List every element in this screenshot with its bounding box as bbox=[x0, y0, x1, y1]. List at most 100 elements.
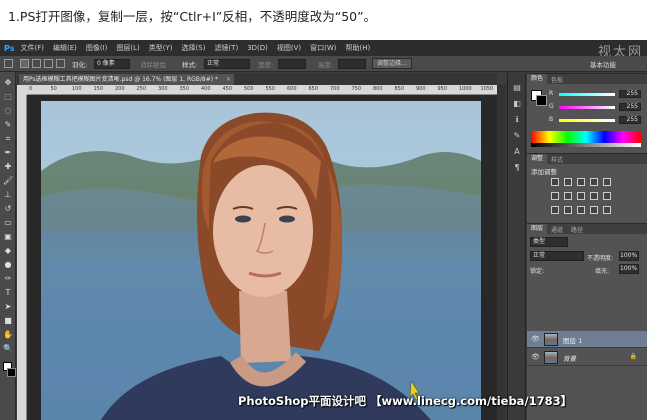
lock-label: 锁定: bbox=[530, 268, 545, 275]
red-value[interactable]: 255 bbox=[619, 90, 641, 98]
brightness-contrast-icon[interactable] bbox=[551, 178, 559, 186]
levels-icon[interactable] bbox=[564, 178, 572, 186]
healing-brush-icon[interactable]: ✚ bbox=[3, 162, 13, 172]
exposure-icon[interactable] bbox=[590, 178, 598, 186]
clone-stamp-icon[interactable]: ⊥ bbox=[3, 190, 13, 200]
bg-color-chip[interactable] bbox=[536, 95, 547, 106]
zoom-tool-icon[interactable]: 🔍 bbox=[3, 344, 13, 354]
blur-tool-icon[interactable]: ◆ bbox=[3, 246, 13, 256]
vertical-scrollbar[interactable] bbox=[497, 85, 506, 420]
height-input[interactable] bbox=[338, 59, 366, 69]
lasso-tool-icon[interactable]: ◌ bbox=[3, 106, 13, 116]
visibility-eye-icon[interactable]: 👁 bbox=[531, 335, 540, 343]
path-select-icon[interactable]: ➤ bbox=[3, 302, 13, 312]
width-label: 宽度: bbox=[258, 61, 274, 69]
menu-view[interactable]: 视图(V) bbox=[277, 43, 301, 53]
paragraph-panel-icon[interactable]: ¶ bbox=[512, 163, 522, 173]
blue-value[interactable]: 255 bbox=[619, 116, 641, 124]
document-tab[interactable]: 用Ps选框模糊工具把模糊图片变清晰.psd @ 16.7% (图层 1, RGB… bbox=[19, 74, 235, 85]
document-canvas[interactable] bbox=[27, 95, 497, 420]
crop-tool-icon[interactable]: ⌗ bbox=[3, 134, 13, 144]
history-brush-icon[interactable]: ↺ bbox=[3, 204, 13, 214]
marquee-tool-icon[interactable]: ⬚ bbox=[3, 92, 13, 102]
layer-name[interactable]: 背景 bbox=[563, 353, 576, 363]
info-panel-icon[interactable]: ℹ bbox=[512, 115, 522, 125]
layer-row-layer1[interactable]: 👁 图层 1 bbox=[527, 331, 647, 348]
black-white-icon[interactable] bbox=[577, 192, 585, 200]
menu-window[interactable]: 窗口(W) bbox=[310, 43, 336, 53]
character-panel-icon[interactable]: A bbox=[512, 147, 522, 157]
blue-slider[interactable]: B 255 bbox=[549, 116, 645, 125]
properties-panel-icon[interactable]: ◧ bbox=[512, 99, 522, 109]
layer-kind-filter[interactable]: 类型 bbox=[530, 237, 568, 247]
menu-file[interactable]: 文件(F) bbox=[20, 43, 44, 53]
style-select[interactable]: 正常 bbox=[204, 59, 250, 69]
red-slider[interactable]: R 255 bbox=[549, 90, 645, 99]
feather-input[interactable]: 0 像素 bbox=[94, 59, 130, 69]
tab-swatches[interactable]: 色板 bbox=[547, 75, 567, 84]
shape-tool-icon[interactable]: ■ bbox=[3, 316, 13, 326]
blend-mode-select[interactable]: 正常 bbox=[530, 251, 584, 261]
new-selection-icon[interactable] bbox=[20, 59, 29, 68]
invert-icon[interactable] bbox=[551, 206, 559, 214]
pen-tool-icon[interactable]: ✑ bbox=[3, 274, 13, 284]
layer-name[interactable]: 图层 1 bbox=[563, 335, 582, 345]
menu-help[interactable]: 帮助(H) bbox=[346, 43, 371, 53]
tab-adjustments[interactable]: 调整 bbox=[527, 154, 548, 164]
brush-panel-icon[interactable]: ✎ bbox=[512, 131, 522, 141]
eraser-tool-icon[interactable]: ▭ bbox=[3, 218, 13, 228]
eyedropper-icon[interactable]: ✒ bbox=[3, 148, 13, 158]
posterize-icon[interactable] bbox=[564, 206, 572, 214]
color-balance-icon[interactable] bbox=[564, 192, 572, 200]
tab-channels[interactable]: 通道 bbox=[547, 225, 567, 234]
intersect-selection-icon[interactable] bbox=[56, 59, 65, 68]
history-panel-icon[interactable]: ▤ bbox=[512, 83, 522, 93]
ruler-tick-label: 950 bbox=[437, 86, 448, 92]
refine-edge-button[interactable]: 调整边缘... bbox=[372, 58, 412, 69]
menu-image[interactable]: 图像(I) bbox=[86, 43, 108, 53]
green-value[interactable]: 255 bbox=[619, 103, 641, 111]
subtract-selection-icon[interactable] bbox=[44, 59, 53, 68]
menu-type[interactable]: 类型(Y) bbox=[149, 43, 173, 53]
layer-row-background[interactable]: 👁 背景 🔒 bbox=[527, 349, 647, 366]
tab-color[interactable]: 颜色 bbox=[527, 74, 548, 84]
grayscale-ramp[interactable] bbox=[531, 143, 641, 147]
background-color-swatch[interactable] bbox=[7, 368, 16, 377]
threshold-icon[interactable] bbox=[577, 206, 585, 214]
antialias-checkbox[interactable]: 消除锯齿 bbox=[140, 59, 166, 69]
photo-filter-icon[interactable] bbox=[590, 192, 598, 200]
channel-mixer-icon[interactable] bbox=[603, 192, 611, 200]
menu-layer[interactable]: 图层(L) bbox=[116, 43, 139, 53]
opacity-input[interactable]: 100% bbox=[619, 251, 639, 261]
workspace-switcher[interactable]: 基本功能 bbox=[590, 59, 616, 69]
menu-filter[interactable]: 滤镜(T) bbox=[214, 43, 238, 53]
fill-input[interactable]: 100% bbox=[619, 264, 639, 274]
hue-saturation-icon[interactable] bbox=[551, 192, 559, 200]
marquee-tool-icon[interactable] bbox=[4, 59, 13, 68]
menu-select[interactable]: 选择(S) bbox=[182, 43, 206, 53]
curves-icon[interactable] bbox=[577, 178, 585, 186]
color-spectrum[interactable] bbox=[531, 131, 641, 143]
selective-color-icon[interactable] bbox=[603, 206, 611, 214]
width-input[interactable] bbox=[278, 59, 306, 69]
red-gradient bbox=[559, 93, 615, 96]
brush-tool-icon[interactable]: 🖌 bbox=[3, 176, 13, 186]
move-tool-icon[interactable]: ✥ bbox=[3, 78, 13, 88]
gradient-map-icon[interactable] bbox=[590, 206, 598, 214]
menu-3d[interactable]: 3D(D) bbox=[247, 44, 268, 52]
green-slider[interactable]: G 255 bbox=[549, 103, 645, 112]
portrait-illustration bbox=[41, 112, 481, 420]
gradient-tool-icon[interactable]: ▣ bbox=[3, 232, 13, 242]
vibrance-icon[interactable] bbox=[603, 178, 611, 186]
visibility-eye-icon[interactable]: 👁 bbox=[531, 353, 540, 361]
tab-layers[interactable]: 图层 bbox=[527, 224, 548, 234]
hand-tool-icon[interactable]: ✋ bbox=[3, 330, 13, 340]
menu-edit[interactable]: 编辑(E) bbox=[53, 43, 77, 53]
tab-paths[interactable]: 路径 bbox=[567, 225, 587, 234]
add-selection-icon[interactable] bbox=[32, 59, 41, 68]
type-tool-icon[interactable]: T bbox=[3, 288, 13, 298]
close-tab-icon[interactable]: × bbox=[226, 74, 231, 85]
quick-select-icon[interactable]: ✎ bbox=[3, 120, 13, 130]
dodge-tool-icon[interactable]: ● bbox=[3, 260, 13, 270]
tab-styles[interactable]: 样式 bbox=[547, 155, 567, 164]
